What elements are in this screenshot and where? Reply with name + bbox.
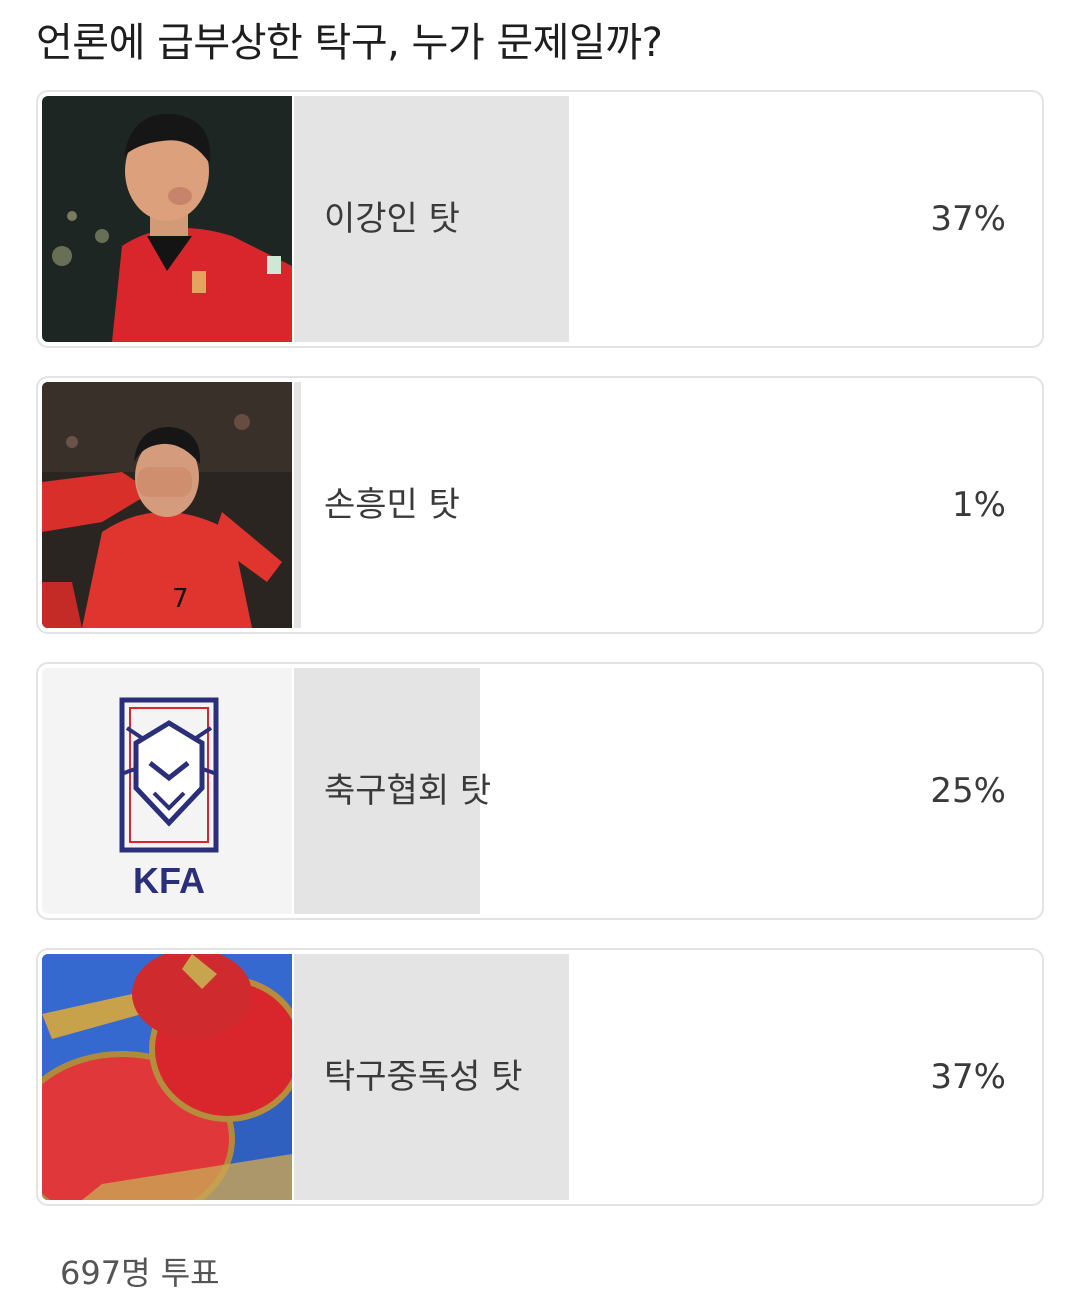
player-photo-icon [42,96,292,342]
poll-question: 언론에 급부상한 탁구, 누가 문제일까? [36,20,663,66]
option-2-percent: 1% [952,485,1006,525]
option-2-result-bar [294,382,301,628]
svg-text:KFA: KFA [133,860,205,901]
option-2-image-player: 7 [42,382,292,628]
poll-option-2[interactable]: 7 손흥민 탓 1% [36,376,1044,634]
option-3-image-kfa-logo: KFA [42,668,292,914]
option-1-percent: 37% [930,199,1006,239]
option-4-percent: 37% [930,1057,1006,1097]
option-4-label: 탁구중독성 탓 [324,1057,523,1097]
option-4-image-paddles [42,954,292,1200]
option-1-label: 이강인 탓 [324,199,460,239]
player-photo-icon: 7 [42,382,292,628]
svg-text:7: 7 [172,584,189,614]
option-3-label: 축구협회 탓 [324,771,492,811]
option-1-image-player [42,96,292,342]
table-tennis-paddle-icon [42,954,292,1200]
poll-option-1[interactable]: 이강인 탓 37% [36,90,1044,348]
vote-count: 697명 투표 [60,1254,220,1292]
kfa-logo-icon: KFA [42,668,292,914]
poll-option-4[interactable]: 탁구중독성 탓 37% [36,948,1044,1206]
option-2-label: 손흥민 탓 [324,485,460,525]
option-3-percent: 25% [930,771,1006,811]
poll-option-3[interactable]: KFA 축구협회 탓 25% [36,662,1044,920]
